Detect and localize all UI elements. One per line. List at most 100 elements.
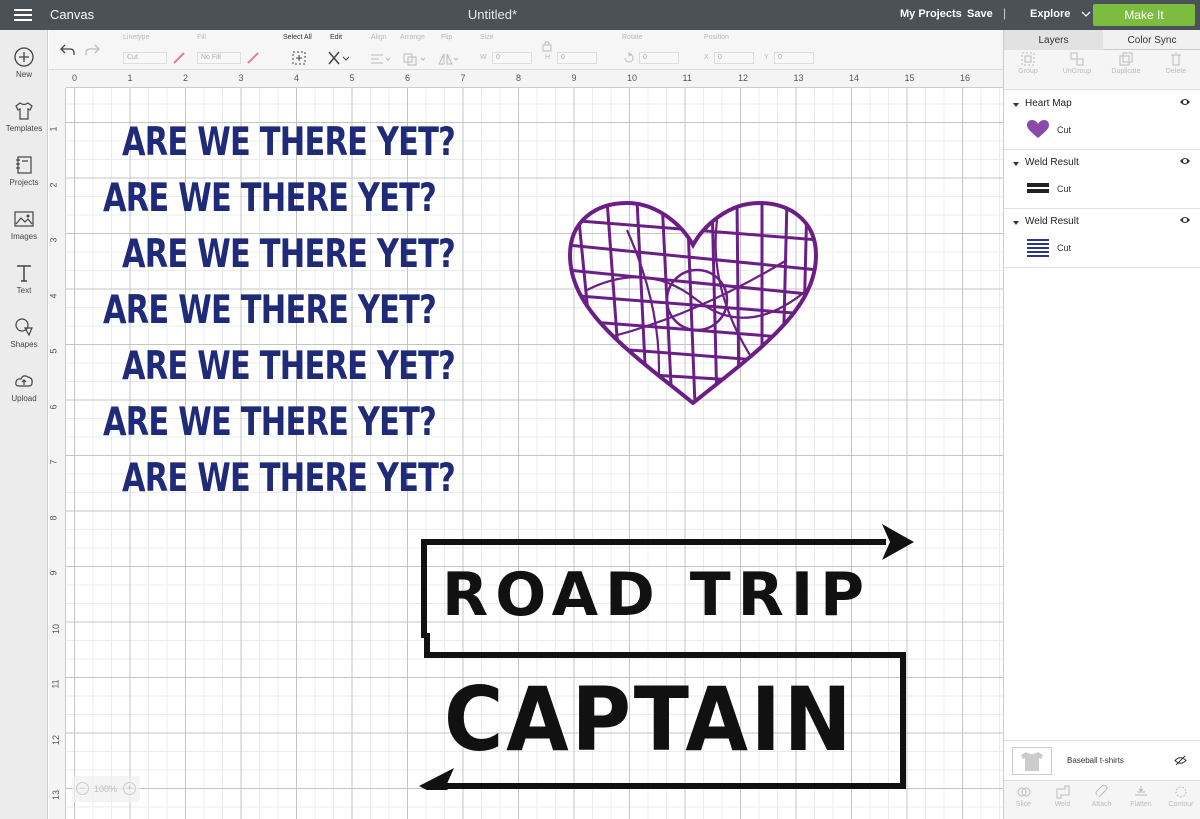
ruler-left-label: 1: [48, 126, 59, 132]
image-icon: [14, 211, 34, 227]
flip-icon[interactable]: [437, 52, 459, 66]
height-prefix: H: [545, 54, 551, 61]
lock-icon[interactable]: [542, 40, 552, 52]
arrange-icon[interactable]: [402, 52, 428, 66]
text-line-6[interactable]: ARE WE THERE YET?: [103, 400, 437, 445]
collapse-triangle-icon[interactable]: [1012, 219, 1020, 227]
edit-label: Edit: [330, 34, 343, 41]
zoom-out-button[interactable]: −: [76, 782, 89, 795]
zoom-in-button[interactable]: +: [123, 782, 136, 795]
height-input[interactable]: 0: [557, 52, 597, 64]
ungroup-icon: [1070, 52, 1084, 66]
captain-text[interactable]: CAPTAIN: [444, 668, 854, 771]
sidebar-label-projects: Projects: [9, 178, 39, 187]
heart-map-image[interactable]: [567, 200, 819, 405]
contour-label: Contour: [1168, 801, 1194, 808]
delete-action[interactable]: Delete: [1152, 52, 1200, 75]
tab-layers[interactable]: Layers: [1004, 30, 1103, 50]
my-projects-link[interactable]: My Projects: [900, 8, 962, 20]
weld-action[interactable]: Weld: [1043, 785, 1082, 808]
collapse-triangle-icon[interactable]: [1012, 101, 1020, 109]
group-action[interactable]: Group: [1004, 52, 1052, 75]
linetype-color-swatch-icon[interactable]: [172, 51, 186, 65]
zoom-level: 100%: [94, 784, 118, 794]
duplicate-action[interactable]: Duplicate: [1102, 52, 1150, 75]
width-input[interactable]: 0: [492, 52, 532, 64]
ungroup-action[interactable]: UnGroup: [1053, 52, 1101, 75]
ruler-top-label: 2: [183, 73, 189, 83]
rotate-label: Rotate: [622, 34, 643, 41]
align-icon[interactable]: [369, 52, 391, 66]
eye-icon[interactable]: [1179, 215, 1191, 225]
layer-group-weld-result-2[interactable]: Weld Result Cut: [1004, 209, 1200, 268]
group-icon: [1021, 52, 1035, 66]
layer-group-weld-result-1[interactable]: Weld Result Cut: [1004, 150, 1200, 209]
size-label: Size: [480, 34, 494, 41]
redo-icon[interactable]: [84, 43, 100, 57]
sidebar-label-templates: Templates: [5, 124, 43, 133]
road-trip-text[interactable]: ROAD TRIP: [442, 560, 871, 630]
plus-circle-icon: [14, 47, 34, 67]
duplicate-icon: [1119, 52, 1133, 66]
eye-icon[interactable]: [1179, 97, 1191, 107]
tab-color-sync[interactable]: Color Sync: [1103, 30, 1200, 50]
design-canvas[interactable]: ARE WE THERE YET? ARE WE THERE YET? ARE …: [66, 88, 1003, 819]
undo-icon[interactable]: [60, 43, 76, 57]
ruler-top-label: 16: [960, 73, 971, 83]
flatten-action[interactable]: Flatten: [1121, 785, 1161, 808]
y-position-input[interactable]: 0: [774, 52, 814, 64]
sidebar-label-text: Text: [16, 286, 32, 295]
x-position-input[interactable]: 0: [714, 52, 754, 64]
text-icon: [17, 265, 31, 282]
layer-name: Weld Result: [1025, 216, 1079, 227]
ruler-left-label: 6: [48, 403, 59, 410]
fill-color-swatch-icon[interactable]: [246, 51, 260, 65]
attach-action[interactable]: Attach: [1082, 785, 1121, 808]
edit-scissors-icon[interactable]: [327, 50, 349, 66]
collapse-triangle-icon[interactable]: [1012, 160, 1020, 168]
text-line-7[interactable]: ARE WE THERE YET?: [122, 456, 456, 501]
rotate-input[interactable]: 0: [639, 52, 679, 64]
app-name: Canvas: [50, 7, 95, 22]
layer-name: Heart Map: [1025, 98, 1072, 109]
slice-label: Slice: [1015, 801, 1032, 808]
ruler-top-label: 9: [571, 73, 577, 83]
select-all-label: Select All: [283, 34, 312, 41]
eye-icon[interactable]: [1179, 156, 1191, 166]
text-line-2[interactable]: ARE WE THERE YET?: [103, 176, 437, 221]
sidebar-item-text[interactable]: Text: [0, 262, 48, 295]
layer-operation: Cut: [1057, 243, 1072, 253]
sidebar-item-projects[interactable]: Projects: [0, 154, 48, 187]
fill-select[interactable]: No Fill: [197, 52, 241, 64]
arrange-label: Arrange: [400, 34, 425, 41]
explore-dropdown[interactable]: Explore: [1030, 8, 1091, 20]
text-line-3[interactable]: ARE WE THERE YET?: [122, 232, 456, 277]
sidebar-label-shapes: Shapes: [10, 340, 38, 349]
sidebar-item-shapes[interactable]: Shapes: [0, 316, 48, 349]
hamburger-menu-icon[interactable]: [14, 9, 32, 21]
canvas-mat-row[interactable]: Baseball t-shirts: [1004, 740, 1200, 780]
ruler-top-label: 15: [904, 73, 915, 83]
linetype-select[interactable]: Cut: [123, 52, 167, 64]
save-button[interactable]: Save: [967, 8, 993, 20]
text-line-1[interactable]: ARE WE THERE YET?: [122, 120, 456, 165]
linetype-label: Linetype: [123, 34, 150, 41]
rotate-icon[interactable]: [622, 51, 636, 65]
contour-action[interactable]: Contour: [1161, 785, 1200, 808]
slice-action[interactable]: Slice: [1004, 785, 1043, 808]
make-it-button[interactable]: Make It: [1093, 4, 1195, 26]
weld-icon: [1056, 785, 1069, 799]
attach-icon: [1095, 785, 1107, 798]
layer-group-heart-map[interactable]: Heart Map Cut: [1004, 91, 1200, 150]
text-line-4[interactable]: ARE WE THERE YET?: [103, 288, 437, 333]
bottom-actions-bar: Slice Weld Attach Flatten Contour: [1004, 780, 1200, 819]
ruler-left-label: 12: [51, 734, 62, 745]
sidebar-item-templates[interactable]: Templates: [0, 100, 48, 133]
select-all-icon[interactable]: [291, 50, 307, 66]
text-line-5[interactable]: ARE WE THERE YET?: [122, 344, 456, 389]
ruler-left-label: 13: [51, 789, 62, 801]
sidebar-item-images[interactable]: Images: [0, 208, 48, 241]
sidebar-item-new[interactable]: New: [0, 46, 48, 79]
eye-hidden-icon[interactable]: [1174, 755, 1187, 766]
sidebar-item-upload[interactable]: Upload: [0, 370, 48, 403]
